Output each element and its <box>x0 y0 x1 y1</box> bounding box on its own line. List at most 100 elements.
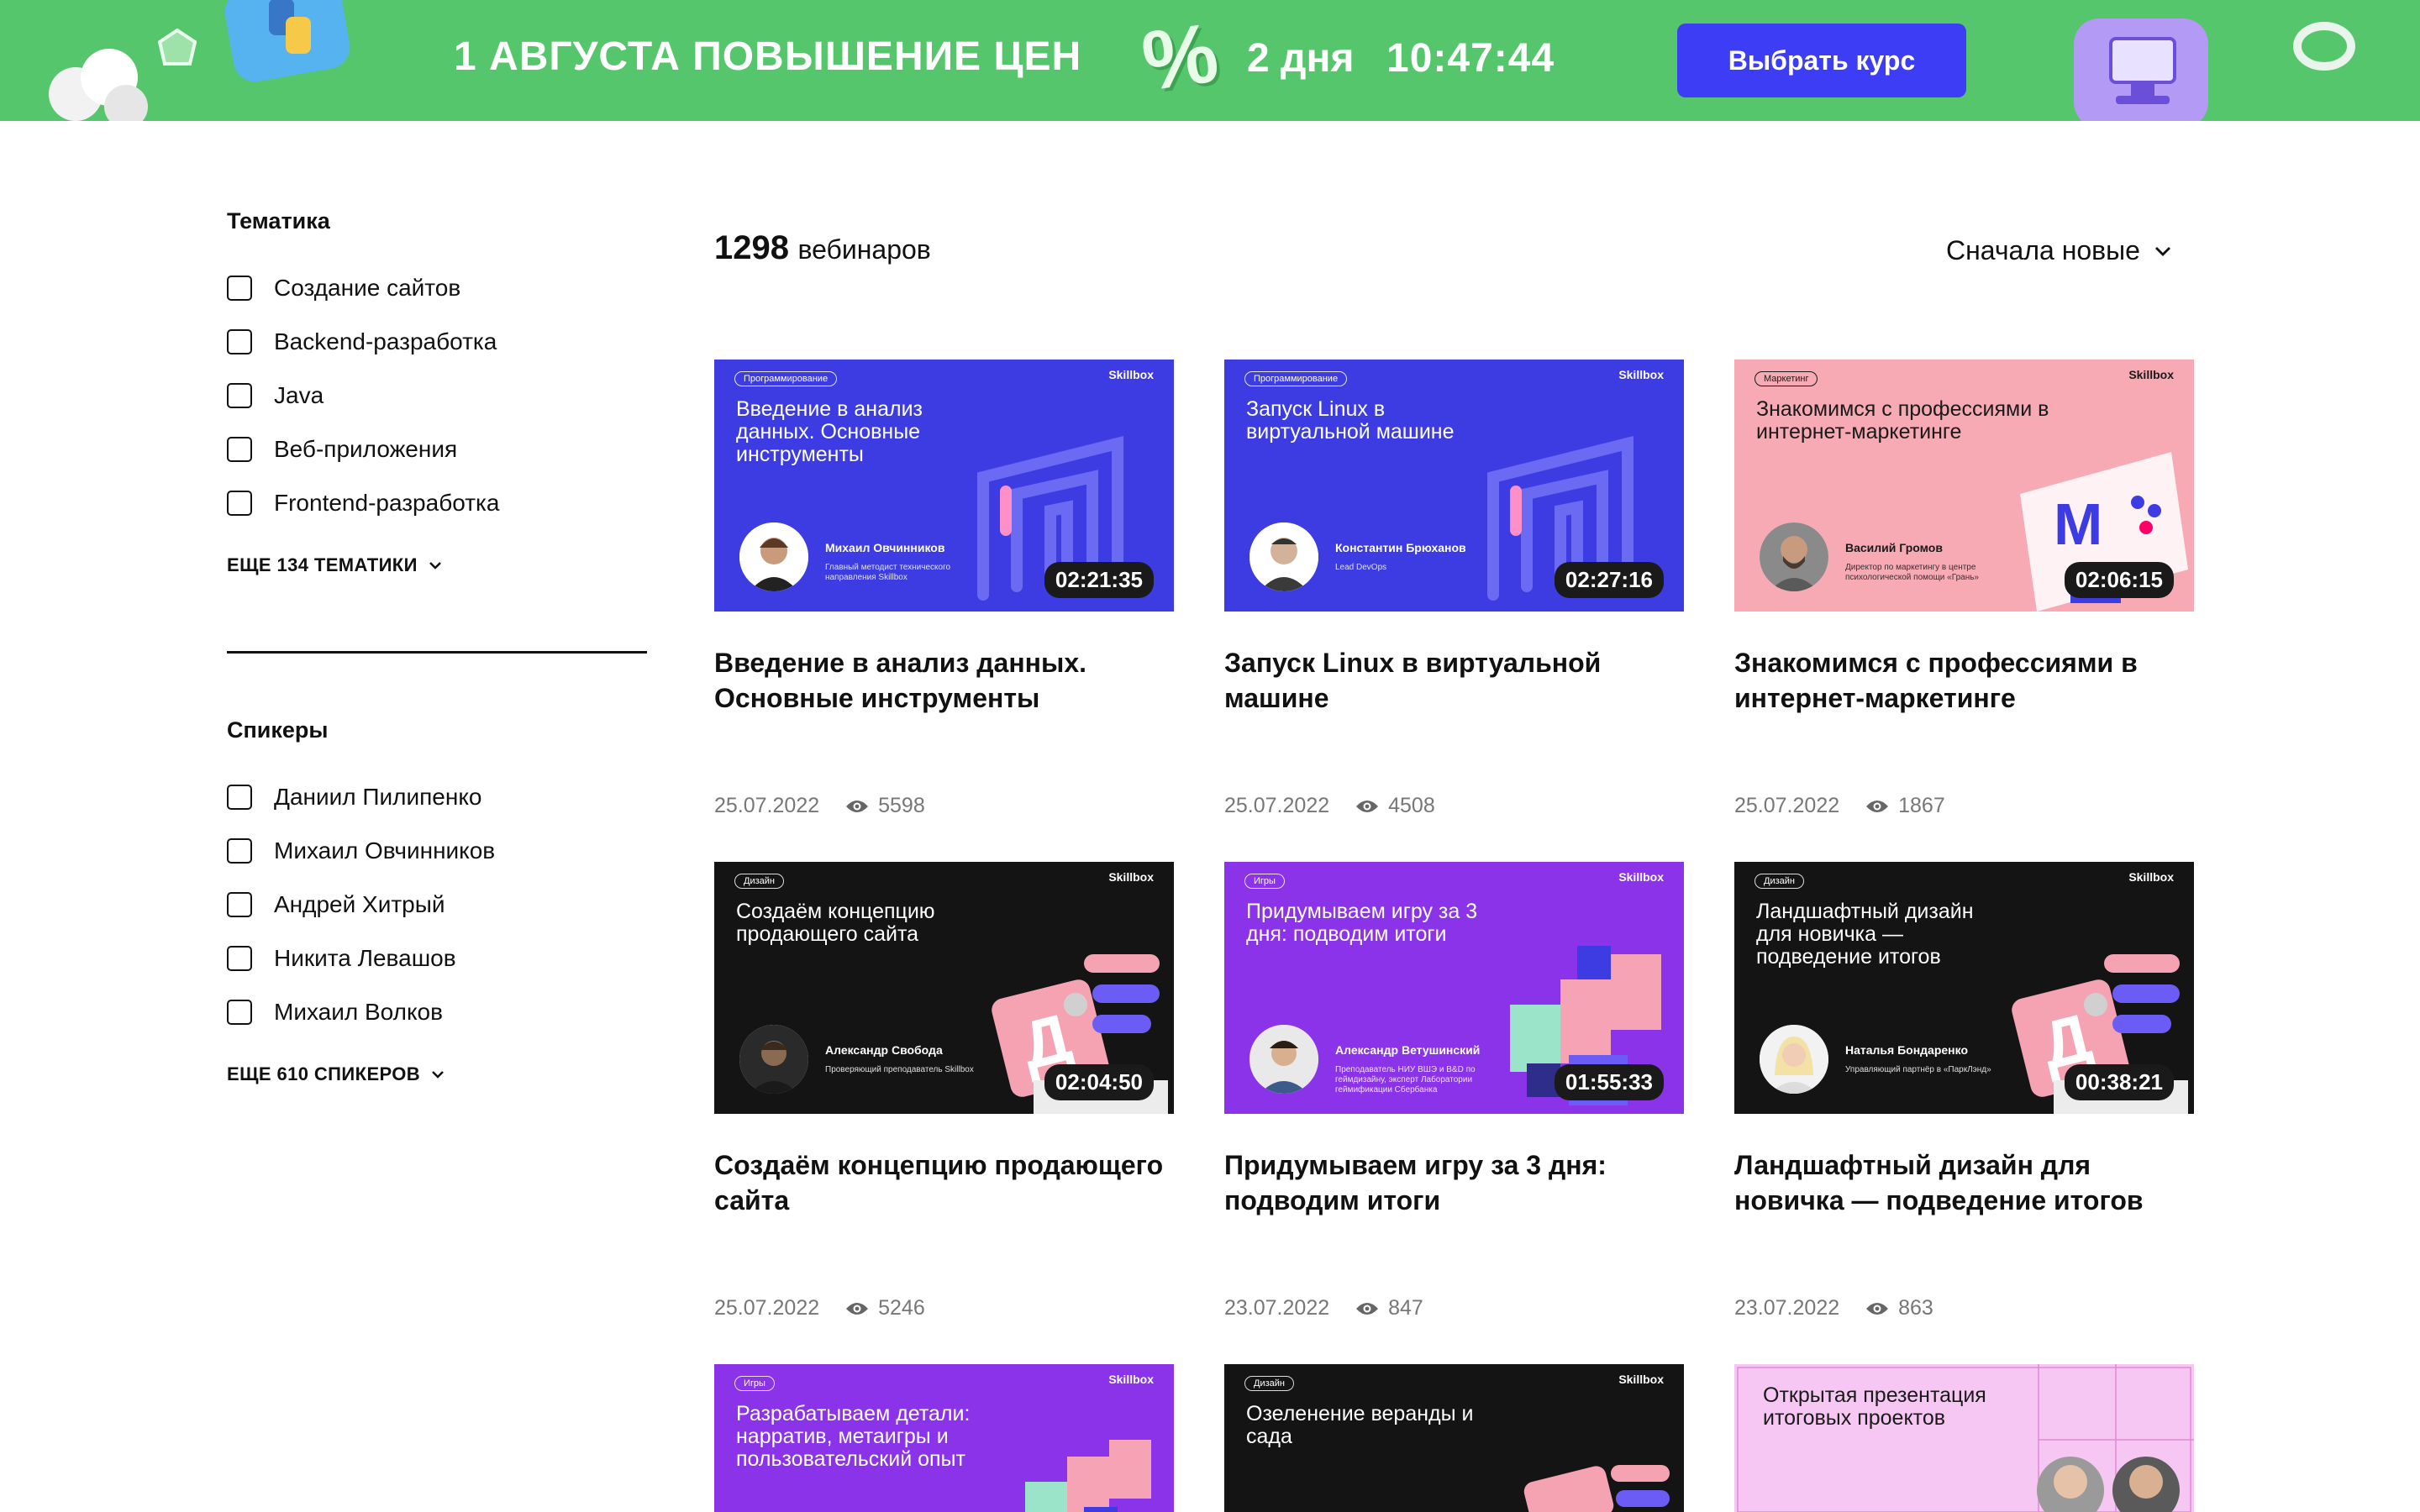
filters-divider <box>227 651 647 654</box>
webinar-card[interactable]: Д Дизайн Skillbox Создаём концепцию прод… <box>714 862 1174 1320</box>
choose-course-button[interactable]: Выбрать курс <box>1677 24 1966 97</box>
computer-sticker-icon <box>2074 18 2208 121</box>
more-topics-link[interactable]: ЕЩЕ 134 ТЕМАТИКИ <box>227 554 443 576</box>
webinar-thumbnail[interactable]: Игры Skillbox Придумываем игру за 3 дня:… <box>1224 862 1684 1114</box>
webinar-card[interactable]: Программирование Skillbox Запуск Linux в… <box>1224 360 1684 817</box>
speaker-avatar <box>1249 522 1318 591</box>
webinar-card[interactable]: Программирование Skillbox Введение в ана… <box>714 360 1174 817</box>
checkbox[interactable] <box>227 276 252 301</box>
webinar-date: 25.07.2022 <box>1224 794 1330 817</box>
webinar-thumbnail[interactable]: Д Дизайн Skillbox Создаём концепцию прод… <box>714 862 1174 1114</box>
brand-label: Skillbox <box>1618 1373 1664 1386</box>
checkbox[interactable] <box>227 785 252 810</box>
webinar-thumbnail[interactable]: Д Дизайн Skillbox Ландшафтный дизайн для… <box>1734 862 2194 1114</box>
speaker-filter-option[interactable]: Андрей Хитрый <box>227 888 445 921</box>
speaker-avatar <box>1760 522 1828 591</box>
speaker-role: Управляющий партнёр в «ПаркЛэнд» <box>1845 1065 1991 1074</box>
webinar-thumbnail[interactable]: Дизайн Skillbox Озеленение веранды и сад… <box>1224 1364 1684 1512</box>
webinar-card[interactable]: M Маркетинг Skillbox Знакомимся с профес… <box>1734 360 2194 817</box>
webinar-date: 23.07.2022 <box>1734 1296 1840 1320</box>
speaker-label: Даниил Пилипенко <box>274 784 482 810</box>
checkbox[interactable] <box>227 383 252 408</box>
brand-label: Skillbox <box>1108 1373 1154 1386</box>
webinar-thumbnail[interactable]: Программирование Skillbox Запуск Linux в… <box>1224 360 1684 612</box>
topic-filter-option[interactable]: Создание сайтов <box>227 271 460 305</box>
speaker-filter-option[interactable]: Даниил Пилипенко <box>227 780 481 814</box>
view-count: 863 <box>1898 1296 1933 1320</box>
brand-label: Skillbox <box>2128 368 2174 381</box>
webinar-count: 1298 вебинаров <box>714 229 931 267</box>
speaker-filter-option[interactable]: Никита Левашов <box>227 942 456 975</box>
eye-icon <box>1866 800 1889 812</box>
brand-label: Skillbox <box>1618 368 1664 381</box>
eye-icon <box>1866 1302 1889 1315</box>
blocks-illustration-icon <box>1025 1440 1151 1512</box>
brand-label: Skillbox <box>2128 870 2174 884</box>
webinar-card[interactable]: Игры Skillbox Разрабатываем детали: нарр… <box>714 1364 1174 1512</box>
chevron-down-icon <box>429 562 441 570</box>
speaker-name: Василий Громов <box>1845 541 1943 554</box>
webinar-card[interactable]: Открытая презентация итоговых проектов <box>1734 1364 2194 1512</box>
category-badge: Маркетинг <box>1754 371 1818 386</box>
percent-icon: % <box>1136 5 1224 109</box>
speaker-name: Наталья Бондаренко <box>1845 1043 1969 1057</box>
topic-filter-option[interactable]: Java <box>227 379 324 412</box>
gem-sticker-icon <box>158 29 197 66</box>
brand-label: Skillbox <box>1108 870 1154 884</box>
webinar-card[interactable]: Д Дизайн Skillbox Ландшафтный дизайн для… <box>1734 862 2194 1320</box>
checkbox[interactable] <box>227 491 252 516</box>
brand-label: Skillbox <box>1618 870 1664 884</box>
webinar-title[interactable]: Знакомимся с профессиями в интернет-марк… <box>1734 645 2194 716</box>
duration-badge: 02:27:16 <box>1554 562 1664 598</box>
speaker-info: Константин Брюханов Lead DevOps <box>1335 541 1503 573</box>
topic-filter-option[interactable]: Веб-приложения <box>227 433 457 466</box>
webinar-thumbnail[interactable]: M Маркетинг Skillbox Знакомимся с профес… <box>1734 360 2194 612</box>
speaker-info: Наталья Бондаренко Управляющий партнёр в… <box>1845 1043 2013 1075</box>
topic-filter-option[interactable]: Frontend-разработка <box>227 486 499 520</box>
view-count: 4508 <box>1388 794 1435 817</box>
checkbox[interactable] <box>227 1000 252 1025</box>
category-badge: Дизайн <box>1244 1376 1294 1391</box>
checkbox[interactable] <box>227 437 252 462</box>
checkbox[interactable] <box>227 838 252 864</box>
checkbox[interactable] <box>227 892 252 917</box>
checkbox[interactable] <box>227 946 252 971</box>
speaker-filter-option[interactable]: Михаил Волков <box>227 995 443 1029</box>
webinar-card[interactable]: Игры Skillbox Придумываем игру за 3 дня:… <box>1224 862 1684 1320</box>
webinar-title[interactable]: Запуск Linux в виртуальной машине <box>1224 645 1684 716</box>
speaker-name: Александр Ветушинский <box>1335 1043 1481 1057</box>
speaker-role: Преподаватель НИУ ВШЭ и B&D по геймдизай… <box>1335 1065 1476 1095</box>
speaker-label: Михаил Волков <box>274 999 443 1025</box>
webinar-thumbnail[interactable]: Открытая презентация итоговых проектов <box>1734 1364 2194 1512</box>
speaker-filter-option[interactable]: Михаил Овчинников <box>227 834 495 868</box>
thumbnail-title: Ландшафтный дизайн для новичка — подведе… <box>1756 900 1974 969</box>
speaker-avatar <box>1249 1025 1318 1094</box>
webinar-title[interactable]: Создаём концепцию продающего сайта <box>714 1147 1174 1218</box>
webinar-card[interactable]: Дизайн Skillbox Озеленение веранды и сад… <box>1224 1364 1684 1512</box>
view-count: 5246 <box>878 1296 925 1320</box>
eye-icon <box>846 800 869 812</box>
more-speakers-link[interactable]: ЕЩЕ 610 СПИКЕРОВ <box>227 1063 445 1085</box>
topic-filter-option[interactable]: Backend-разработка <box>227 325 497 359</box>
svg-text:M: M <box>2054 491 2102 557</box>
webinar-title[interactable]: Введение в анализ данных. Основные инстр… <box>714 645 1174 716</box>
webinar-title[interactable]: Придумываем игру за 3 дня: подводим итог… <box>1224 1147 1684 1218</box>
webinar-date: 25.07.2022 <box>714 794 820 817</box>
webinar-title[interactable]: Ландшафтный дизайн для новичка — подведе… <box>1734 1147 2194 1218</box>
chevron-down-icon <box>2154 246 2170 256</box>
speaker-label: Никита Левашов <box>274 945 456 971</box>
sort-dropdown[interactable]: Сначала новые <box>1946 235 2172 266</box>
category-badge: Программирование <box>1244 371 1348 386</box>
duration-badge: 02:21:35 <box>1044 562 1154 598</box>
checkbox[interactable] <box>227 329 252 354</box>
thumbnail-title: Озеленение веранды и сада <box>1246 1402 1474 1448</box>
webinar-meta: 25.07.2022 4508 <box>1224 794 1435 818</box>
speaker-avatar <box>739 522 808 591</box>
webinar-thumbnail[interactable]: Игры Skillbox Разрабатываем детали: нарр… <box>714 1364 1174 1512</box>
cloud-sticker-icon <box>49 49 148 121</box>
speaker-role: Директор по маркетингу в центре психолог… <box>1845 563 1979 582</box>
topic-label: Frontend-разработка <box>274 490 500 516</box>
webinar-thumbnail[interactable]: Программирование Skillbox Введение в ана… <box>714 360 1174 612</box>
duration-badge: 02:06:15 <box>2064 562 2174 598</box>
ring-sticker-icon <box>2293 22 2355 71</box>
